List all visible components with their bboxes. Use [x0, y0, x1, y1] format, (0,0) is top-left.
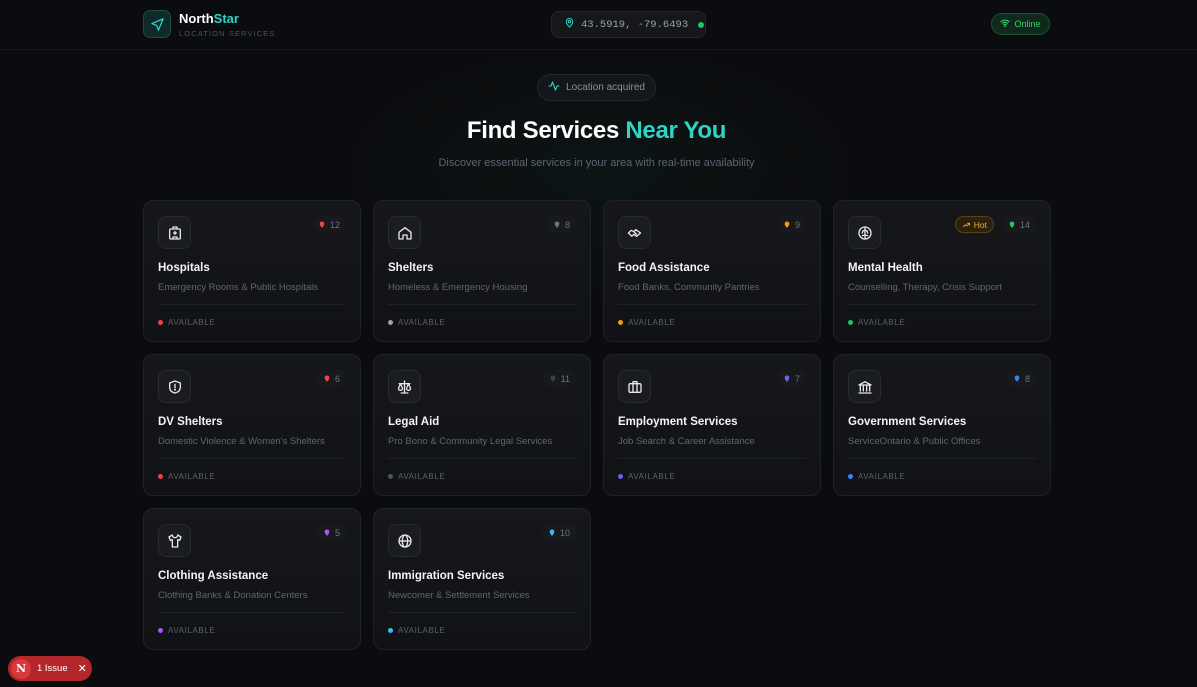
brain-icon: [848, 216, 881, 249]
service-name: Shelters: [388, 262, 434, 274]
divider: [388, 612, 576, 613]
location-count: 7: [776, 370, 806, 387]
service-name: Employment Services: [618, 416, 738, 428]
brand-subtitle: LOCATION SERVICES: [179, 29, 276, 38]
service-card-clothing-assistance[interactable]: 5 Clothing Assistance Clothing Banks & D…: [143, 508, 361, 650]
location-count: 11: [542, 370, 576, 387]
status-badge: AVAILABLE: [848, 318, 905, 327]
service-name: Mental Health: [848, 262, 923, 274]
status-badge: AVAILABLE: [618, 472, 675, 481]
hospital-icon: [158, 216, 191, 249]
divider: [388, 304, 576, 305]
status-badge: AVAILABLE: [388, 318, 445, 327]
location-status-pill: Location acquired: [537, 74, 656, 101]
divider: [618, 304, 806, 305]
shield-icon: [158, 370, 191, 403]
divider: [848, 458, 1036, 459]
service-card-food-assistance[interactable]: 9 Food Assistance Food Banks, Community …: [603, 200, 821, 342]
divider: [848, 304, 1036, 305]
nextjs-logo-icon: N: [11, 658, 31, 679]
service-name: DV Shelters: [158, 416, 223, 428]
services-grid: 12 Hospitals Emergency Rooms & Public Ho…: [143, 200, 1051, 650]
location-count: 8: [546, 216, 576, 233]
page-subtitle: Discover essential services in your area…: [438, 157, 755, 169]
top-bar: NorthStar LOCATION SERVICES 43.5919, -79…: [0, 0, 1197, 50]
globe-icon: [388, 524, 421, 557]
coordinates-text: 43.5919, -79.6493: [581, 18, 689, 31]
live-indicator: [698, 21, 705, 28]
divider: [158, 612, 346, 613]
coordinates-display: 43.5919, -79.6493: [551, 11, 706, 38]
service-name: Food Assistance: [618, 262, 710, 274]
close-icon[interactable]: ✕: [78, 662, 87, 675]
page-title: Find Services Near You: [466, 117, 727, 144]
service-name: Clothing Assistance: [158, 570, 269, 582]
divider: [158, 458, 346, 459]
service-name: Immigration Services: [388, 570, 505, 582]
service-description: Job Search & Career Assistance: [618, 436, 755, 447]
location-count: 6: [316, 370, 346, 387]
online-status-text: Online: [1014, 19, 1041, 29]
service-description: ServiceOntario & Public Offices: [848, 436, 981, 447]
service-description: Homeless & Emergency Housing: [388, 282, 528, 293]
service-name: Legal Aid: [388, 416, 440, 428]
location-count: 10: [541, 524, 576, 541]
status-badge: AVAILABLE: [848, 472, 905, 481]
hot-badge: Hot: [954, 216, 994, 233]
briefcase-icon: [618, 370, 651, 403]
navigation-arrow-icon[interactable]: [143, 10, 171, 38]
location-count: 12: [311, 216, 346, 233]
service-description: Clothing Banks & Donation Centers: [158, 590, 308, 601]
issues-count: 1 Issue: [37, 663, 68, 674]
shirt-icon: [158, 524, 191, 557]
divider: [618, 458, 806, 459]
service-description: Food Banks, Community Pantries: [618, 282, 760, 293]
service-description: Newcomer & Settlement Services: [388, 590, 530, 601]
service-card-mental-health[interactable]: Hot 14 Mental Health Counselling, Therap…: [833, 200, 1051, 342]
location-count: 14: [1001, 216, 1036, 233]
status-badge: AVAILABLE: [158, 472, 215, 481]
divider: [388, 458, 576, 459]
service-card-dv-shelters[interactable]: 6 DV Shelters Domestic Violence & Women'…: [143, 354, 361, 496]
status-badge: AVAILABLE: [388, 626, 445, 635]
service-card-government-services[interactable]: 8 Government Services ServiceOntario & P…: [833, 354, 1051, 496]
service-card-hospitals[interactable]: 12 Hospitals Emergency Rooms & Public Ho…: [143, 200, 361, 342]
activity-icon: [548, 80, 560, 95]
home-icon: [388, 216, 421, 249]
online-status-badge: Online: [991, 13, 1050, 35]
service-name: Government Services: [848, 416, 967, 428]
service-description: Pro Bono & Community Legal Services: [388, 436, 553, 447]
location-count: 5: [316, 524, 346, 541]
divider: [158, 304, 346, 305]
service-description: Domestic Violence & Women's Shelters: [158, 436, 325, 447]
bank-icon: [848, 370, 881, 403]
service-name: Hospitals: [158, 262, 210, 274]
status-badge: AVAILABLE: [158, 318, 215, 327]
location-count: 8: [1006, 370, 1036, 387]
location-status-text: Location acquired: [566, 82, 645, 93]
service-description: Counselling, Therapy, Crisis Support: [848, 282, 1002, 293]
service-card-employment-services[interactable]: 7 Employment Services Job Search & Caree…: [603, 354, 821, 496]
location-count: 9: [776, 216, 806, 233]
scale-icon: [388, 370, 421, 403]
handshake-icon: [618, 216, 651, 249]
issues-badge[interactable]: N 1 Issue ✕: [8, 656, 92, 681]
service-card-immigration-services[interactable]: 10 Immigration Services Newcomer & Settl…: [373, 508, 591, 650]
status-badge: AVAILABLE: [618, 318, 675, 327]
status-badge: AVAILABLE: [158, 626, 215, 635]
wifi-icon: [1000, 18, 1011, 30]
map-pin-icon: [564, 17, 575, 32]
service-description: Emergency Rooms & Public Hospitals: [158, 282, 318, 293]
status-badge: AVAILABLE: [388, 472, 445, 481]
service-card-shelters[interactable]: 8 Shelters Homeless & Emergency Housing …: [373, 200, 591, 342]
service-card-legal-aid[interactable]: 11 Legal Aid Pro Bono & Community Legal …: [373, 354, 591, 496]
brand-name[interactable]: NorthStar: [179, 11, 239, 26]
